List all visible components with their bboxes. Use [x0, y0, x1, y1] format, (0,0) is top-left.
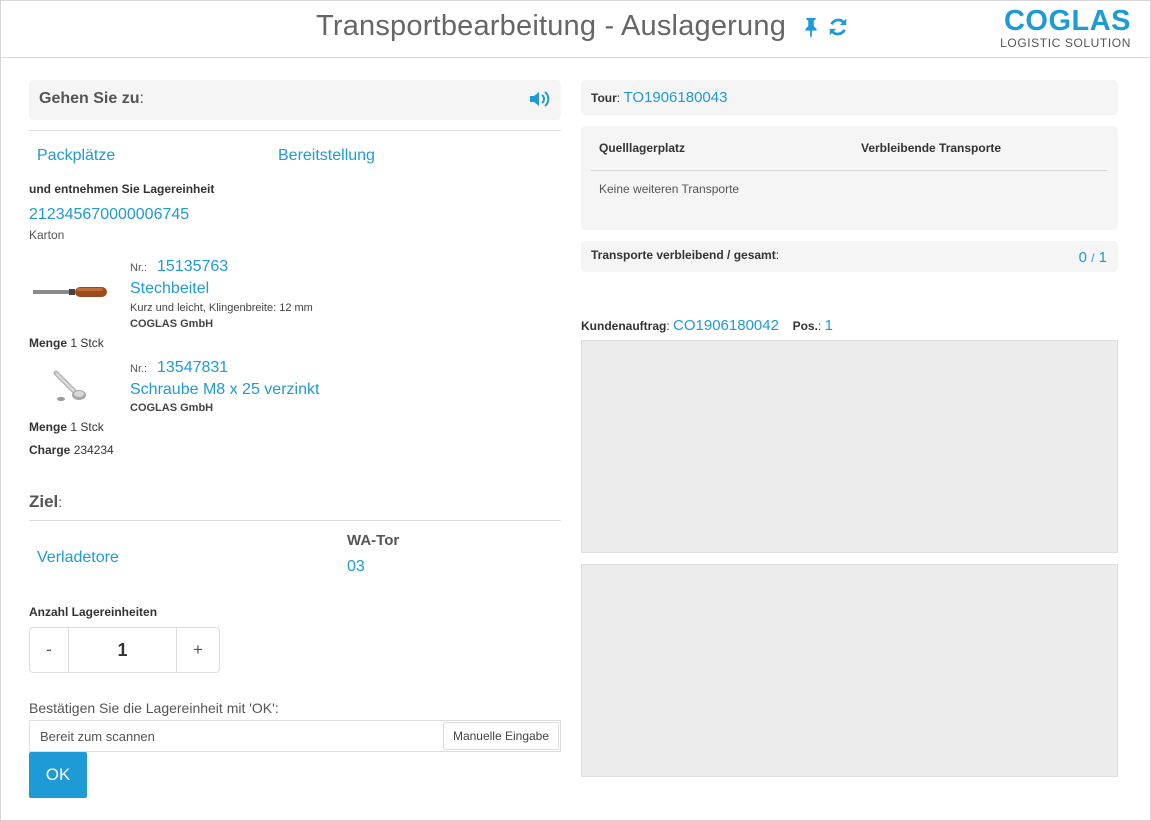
item1-qty: Menge 1 Stck — [29, 336, 104, 350]
item2-nr[interactable]: 13547831 — [157, 359, 228, 377]
item2-qty: Menge 1 Stck — [29, 420, 104, 434]
tour-line: Tour: TO1906180043 — [591, 89, 728, 106]
item1-name[interactable]: Stechbeitel — [130, 280, 209, 298]
packplaetze-link[interactable]: Packplätze — [37, 147, 115, 165]
item1-desc: Kurz und leicht, Klingenbreite: 12 mm — [130, 302, 313, 314]
logo-main: COGLAS — [1003, 5, 1131, 37]
position-value[interactable]: 1 — [825, 317, 833, 334]
logo-sub: LOGISTIC SOLUTION — [1000, 36, 1131, 50]
remaining-panel: Transporte verbleibend / gesamt: 0 / 1 — [581, 241, 1118, 272]
gate-label: WA-Tor — [347, 532, 400, 549]
gate-value[interactable]: 03 — [347, 558, 365, 576]
verladetore-link[interactable]: Verladetore — [37, 549, 119, 567]
table-divider — [591, 170, 1107, 171]
image-area-top — [581, 340, 1118, 553]
table-header-source: Quelllagerplatz — [599, 141, 686, 155]
scan-field: Manuelle Eingabe — [29, 720, 561, 752]
increment-button[interactable]: + — [177, 628, 219, 672]
quantity-value[interactable]: 1 — [68, 628, 177, 672]
customer-order-line: Kundenauftrag: CO1906180042 Pos.: 1 — [581, 317, 833, 334]
divider — [29, 520, 561, 521]
take-unit-label: und entnehmen Sie Lagereinheit — [29, 182, 215, 196]
item1-nr[interactable]: 15135763 — [157, 258, 228, 276]
refresh-icon[interactable] — [827, 16, 849, 38]
page-title: Transportbearbeitung - Auslagerung — [316, 10, 787, 42]
tour-panel: Tour: TO1906180043 — [581, 80, 1118, 115]
ok-button[interactable]: OK — [29, 752, 87, 798]
count-label: Anzahl Lagereinheiten — [29, 605, 158, 619]
target-label: Ziel: — [29, 492, 63, 511]
remaining-label: Transporte verbleibend / gesamt: — [591, 248, 780, 262]
header: Transportbearbeitung - Auslagerung COGLA… — [0, 0, 1151, 58]
item1-vendor: COGLAS GmbH — [130, 318, 214, 330]
item2-batch: Charge 234234 — [29, 443, 114, 457]
customer-order-value[interactable]: CO1906180042 — [673, 317, 779, 334]
confirm-label: Bestätigen Sie die Lagereinheit mit 'OK'… — [29, 700, 279, 716]
divider — [29, 130, 561, 131]
manual-entry-button[interactable]: Manuelle Eingabe — [443, 722, 559, 750]
pin-icon[interactable] — [800, 16, 822, 38]
scan-input[interactable] — [30, 721, 442, 751]
remaining-value: 0 / 1 — [1078, 249, 1107, 266]
unit-id[interactable]: 212345670000006745 — [29, 206, 189, 224]
chisel-image — [33, 287, 107, 297]
table-empty-text: Keine weiteren Transporte — [599, 182, 740, 196]
table-header-remaining: Verbleibende Transporte — [861, 141, 1002, 155]
item1-nr-label: Nr.: — [130, 262, 148, 274]
speaker-icon[interactable] — [528, 89, 552, 109]
tour-value[interactable]: TO1906180043 — [623, 89, 727, 106]
coglas-logo: COGLAS LOGISTIC SOLUTION — [1000, 6, 1131, 50]
quantity-stepper: - 1 + — [29, 627, 220, 673]
goto-label: Gehen Sie zu: — [39, 90, 144, 107]
item2-nr-label: Nr.: — [130, 363, 148, 375]
bereitstellung-link[interactable]: Bereitstellung — [278, 147, 375, 165]
unit-type: Karton — [29, 228, 65, 242]
transport-table: Quelllagerplatz Verbleibende Transporte … — [581, 126, 1118, 230]
image-area-bottom — [581, 564, 1118, 777]
decrement-button[interactable]: - — [30, 628, 68, 672]
item2-vendor: COGLAS GmbH — [130, 402, 214, 414]
goto-panel: Gehen Sie zu: — [29, 80, 561, 120]
item2-name[interactable]: Schraube M8 x 25 verzinkt — [130, 381, 319, 399]
screw-image — [53, 370, 86, 401]
